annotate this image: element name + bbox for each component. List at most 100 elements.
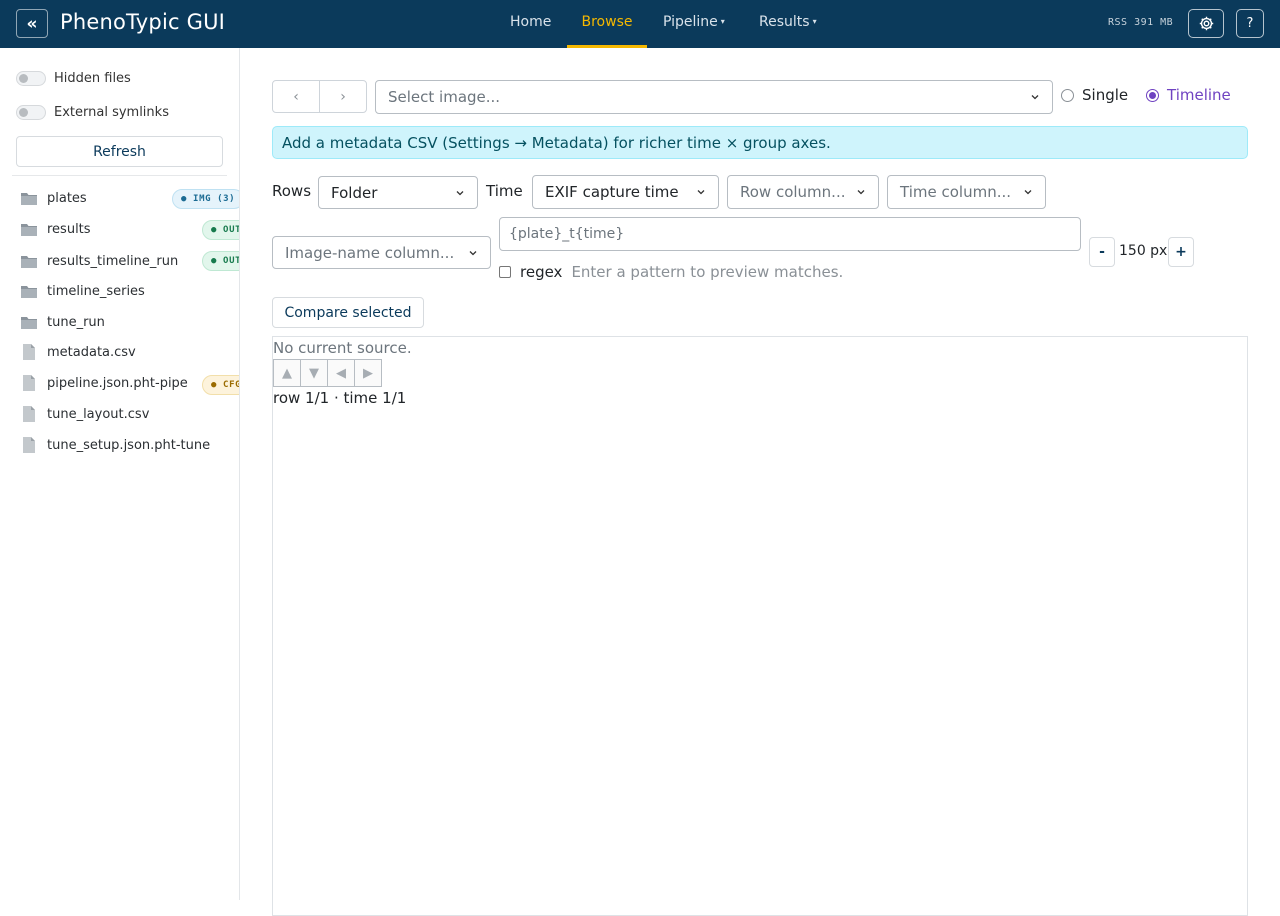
row-time-position: row 1/1 · time 1/1 (273, 389, 407, 407)
chevron-down-icon (857, 190, 865, 195)
regex-label: regex (520, 263, 563, 281)
file-icon (23, 406, 35, 422)
folder-icon (21, 286, 37, 298)
config-badge: ● CFG (202, 375, 240, 395)
file-name: metadata.csv (47, 344, 136, 360)
view-mode-single[interactable]: Single (1061, 86, 1128, 104)
radio-button[interactable] (1146, 88, 1159, 102)
viewer-navigation: ▲ ▼ ◀ ▶ (273, 359, 382, 387)
badge-label: OUT (223, 256, 240, 266)
radio-button[interactable] (1061, 88, 1074, 102)
browse-main-panel: ‹ › Select image... Single Timeline Add … (240, 48, 1280, 916)
view-mode-timeline[interactable]: Timeline (1146, 86, 1231, 104)
image-pager: ‹ › (272, 80, 367, 113)
timeline-viewer: No current source. ▲ ▼ ◀ ▶ row 1/1 · tim… (272, 336, 1248, 916)
nav-pipeline[interactable]: Pipeline ▾ (663, 0, 725, 48)
view-mode-single-label: Single (1082, 86, 1129, 104)
hidden-files-label: Hidden files (54, 70, 131, 86)
zoom-out-button[interactable]: - (1089, 237, 1115, 267)
row-column-placeholder: Row column... (740, 183, 846, 201)
toggle-switch[interactable] (16, 70, 46, 86)
external-symlinks-label: External symlinks (54, 104, 169, 120)
folder-icon (21, 224, 37, 236)
file-icon (23, 375, 35, 391)
image-name-column-select[interactable]: Image-name column... (272, 236, 491, 269)
nav-home-label: Home (510, 14, 552, 30)
refresh-button[interactable]: Refresh (16, 136, 223, 167)
help-button[interactable]: ? (1236, 9, 1264, 38)
rows-label: Rows (272, 182, 312, 200)
badge-label: IMG (3) (193, 194, 236, 204)
nav-browse-label: Browse (581, 14, 633, 30)
file-item-metadata-csv[interactable]: metadata.csv (20, 341, 239, 363)
divider (12, 175, 227, 176)
pattern-hint: Enter a pattern to preview matches. (571, 263, 844, 281)
chevron-down-icon (1024, 190, 1032, 195)
memory-readout: RSS 391 MB (1108, 17, 1174, 28)
app-title: PhenoTypic GUI (60, 10, 226, 34)
image-select[interactable]: Select image... (375, 80, 1053, 114)
output-badge: ● OUT (202, 220, 239, 240)
nav-results-label: Results (759, 14, 810, 30)
alert-text: Add a metadata CSV (Settings → Metadata)… (282, 133, 831, 152)
folder-icon (21, 193, 37, 205)
file-icon (23, 344, 35, 360)
file-browser-sidebar: Hidden files External symlinks Refresh p… (0, 48, 240, 900)
hidden-files-toggle[interactable]: Hidden files (16, 68, 131, 88)
chevron-down-icon (456, 190, 464, 195)
toggle-switch[interactable] (16, 104, 46, 120)
filename-pattern-input[interactable]: {plate}_t{time} (499, 217, 1081, 251)
arrow-right-button[interactable]: ▶ (354, 359, 382, 387)
file-name: tune_layout.csv (47, 406, 150, 422)
file-icon (23, 437, 35, 453)
file-item-tune-run[interactable]: tune_run (20, 311, 239, 333)
view-mode-timeline-label: Timeline (1167, 86, 1231, 104)
row-column-select[interactable]: Row column... (727, 175, 879, 209)
thumbnail-size-value: 150 px (1119, 243, 1168, 259)
chevron-down-icon: ▾ (720, 17, 725, 26)
nav-pipeline-label: Pipeline (663, 14, 718, 30)
arrow-down-button[interactable]: ▼ (300, 359, 328, 387)
metadata-info-alert: Add a metadata CSV (Settings → Metadata)… (272, 126, 1248, 159)
nav-browse[interactable]: Browse (567, 0, 647, 48)
file-name: timeline_series (47, 283, 145, 299)
file-item-tune-setup-json[interactable]: tune_setup.json.pht-tune (20, 434, 239, 456)
previous-image-button[interactable]: ‹ (273, 81, 320, 112)
badge-label: CFG (223, 380, 240, 390)
time-column-placeholder: Time column... (900, 183, 1011, 201)
nav-results[interactable]: Results ▾ (759, 0, 817, 48)
image-count-badge: ● IMG (3) (172, 189, 239, 209)
file-name: results (47, 221, 91, 237)
time-select[interactable]: EXIF capture time (532, 175, 719, 209)
time-column-select[interactable]: Time column... (887, 175, 1046, 209)
chevron-down-icon (1031, 95, 1039, 100)
image-select-placeholder: Select image... (388, 88, 501, 106)
image-name-column-placeholder: Image-name column... (285, 243, 455, 262)
rows-select-value: Folder (331, 183, 378, 202)
rows-select[interactable]: Folder (318, 176, 478, 209)
chevron-down-icon (697, 190, 705, 195)
folder-icon (21, 256, 37, 268)
file-name: pipeline.json.pht-pipe (47, 375, 188, 391)
external-symlinks-toggle[interactable]: External symlinks (16, 102, 169, 122)
zoom-in-button[interactable]: + (1168, 237, 1194, 267)
time-select-value: EXIF capture time (545, 183, 679, 201)
file-name: plates (47, 190, 87, 206)
file-item-timeline-series[interactable]: timeline_series (20, 280, 239, 302)
file-item-tune-layout-csv[interactable]: tune_layout.csv (20, 403, 239, 425)
settings-button[interactable] (1188, 9, 1224, 38)
chevron-down-icon (469, 250, 477, 255)
file-name: tune_run (47, 314, 105, 330)
time-label: Time (486, 182, 523, 200)
compare-selected-button[interactable]: Compare selected (272, 297, 424, 328)
pattern-value: {plate}_t{time} (509, 226, 625, 242)
arrow-left-button[interactable]: ◀ (327, 359, 355, 387)
chevron-down-icon: ▾ (812, 17, 817, 26)
folder-icon (21, 317, 37, 329)
next-image-button[interactable]: › (320, 81, 366, 112)
arrow-up-button[interactable]: ▲ (273, 359, 301, 387)
no-source-message: No current source. (273, 339, 412, 357)
regex-checkbox[interactable] (499, 266, 511, 278)
collapse-sidebar-button[interactable]: « (16, 9, 48, 38)
nav-home[interactable]: Home (510, 0, 551, 48)
